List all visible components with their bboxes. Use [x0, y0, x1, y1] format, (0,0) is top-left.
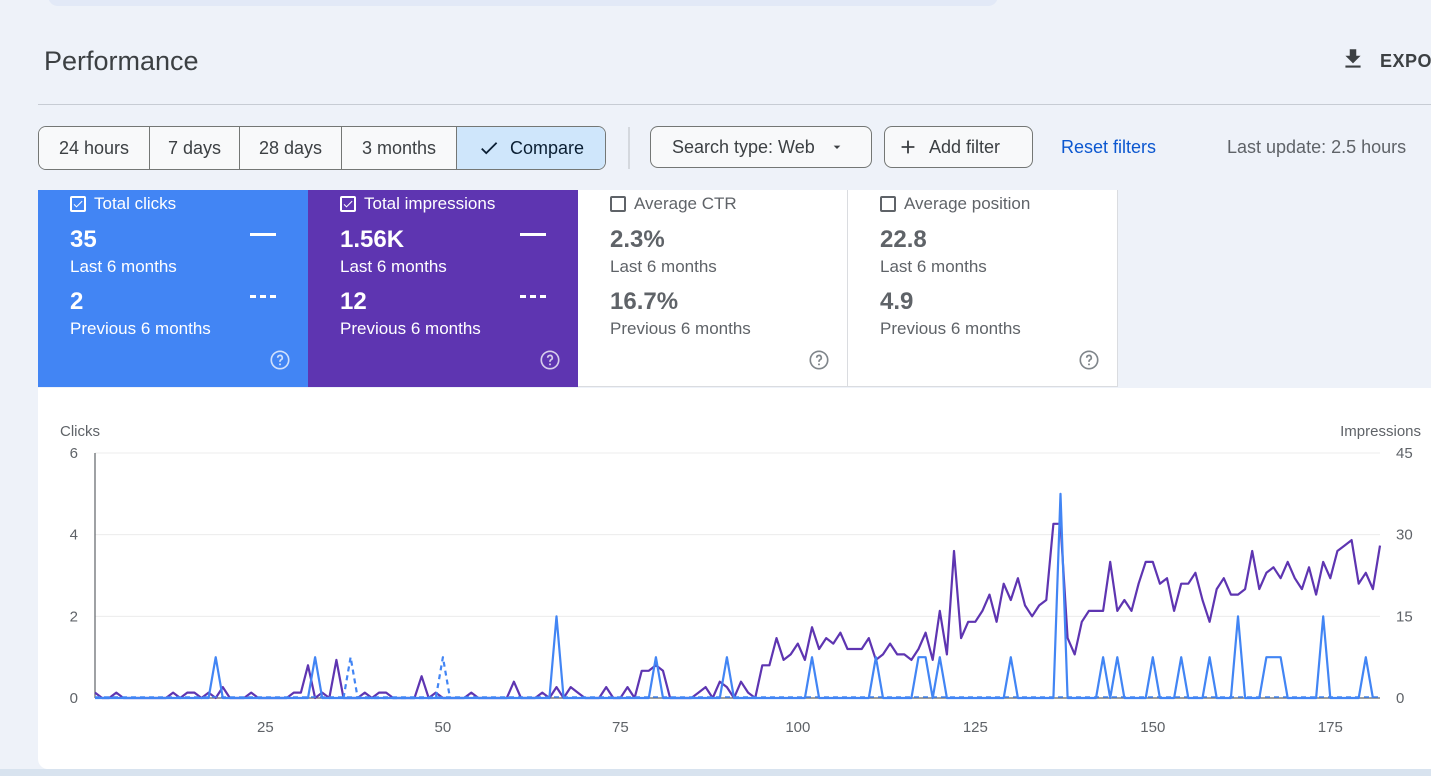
series-line-total-clicks	[95, 492, 1374, 700]
check-icon	[478, 137, 510, 159]
solid-line-legend	[250, 233, 276, 236]
metric-card-average-position[interactable]: Average position 22.8 Last 6 months 4.9 …	[848, 190, 1118, 387]
metric-period: Last 6 months	[340, 257, 447, 276]
metric-value: 22.8	[880, 226, 927, 253]
x-tick-label: 125	[963, 719, 988, 736]
plus-icon	[897, 136, 919, 158]
search-type-label: Search type: Web	[672, 136, 815, 157]
checkbox-checked-icon[interactable]	[340, 196, 356, 212]
y2-axis-label: Impressions	[1340, 423, 1421, 440]
metric-value: 35	[70, 226, 97, 253]
dashed-line-legend	[520, 295, 546, 298]
date-range-selector: 24 hours 7 days 28 days 3 months Compare	[38, 126, 606, 170]
bottom-edge	[0, 769, 1431, 776]
help-icon[interactable]	[808, 349, 830, 371]
metric-period: Last 6 months	[70, 257, 177, 276]
download-icon	[1340, 46, 1366, 77]
metric-compare-period: Previous 6 months	[610, 319, 751, 338]
metric-compare-value: 4.9	[880, 288, 914, 315]
metric-label: Total impressions	[364, 194, 496, 213]
x-tick-label: 50	[435, 719, 452, 736]
metric-compare-value: 2	[70, 288, 84, 315]
metric-compare-value: 12	[340, 288, 367, 315]
x-tick-label: 25	[257, 719, 274, 736]
x-tick-label: 75	[612, 719, 629, 736]
y-tick-label: 0	[70, 690, 78, 707]
series-line-total-impressions	[94, 522, 1382, 700]
last-update-text: Last update: 2.5 hours	[1227, 137, 1407, 157]
x-tick-label: 150	[1140, 719, 1165, 736]
checkbox-checked-icon[interactable]	[70, 196, 86, 212]
y2-tick-label: 15	[1396, 608, 1413, 625]
export-button[interactable]: EXPO	[1340, 46, 1431, 77]
metric-label: Average position	[904, 194, 1031, 213]
metric-card-average-ctr[interactable]: Average CTR 2.3% Last 6 months 16.7% Pre…	[578, 190, 848, 387]
page-title: Performance	[44, 46, 199, 76]
y-tick-label: 2	[70, 608, 78, 625]
dashed-line-legend	[250, 295, 276, 298]
dropdown-arrow-icon	[829, 139, 845, 155]
add-filter-label: Add filter	[929, 136, 1001, 157]
help-icon[interactable]	[539, 349, 561, 371]
date-option-24-hours[interactable]: 24 hours	[39, 127, 150, 169]
toolbar-separator	[628, 127, 630, 169]
y-tick-label: 6	[70, 445, 78, 462]
metric-label: Average CTR	[634, 194, 737, 213]
date-option-7-days[interactable]: 7 days	[150, 127, 240, 169]
chart-panel: 0 2 4 6 0 15 30 45 25 50 75 100 125 150 175 Clicks Imp…	[38, 388, 1431, 769]
performance-chart[interactable]: 0 2 4 6 0 15 30 45 25 50 75 100 125 150 175 Clicks Imp…	[38, 388, 1431, 769]
metric-compare-period: Previous 6 months	[340, 319, 481, 338]
y-axis-label: Clicks	[60, 423, 100, 440]
y-tick-label: 4	[70, 527, 78, 544]
export-label: EXPO	[1380, 51, 1431, 71]
y2-tick-label: 0	[1396, 690, 1404, 707]
metric-value: 2.3%	[610, 226, 665, 253]
metric-period: Last 6 months	[610, 257, 717, 276]
series-line-previous-clicks	[342, 656, 452, 700]
metric-compare-value: 16.7%	[610, 288, 679, 315]
reset-filters-link[interactable]: Reset filters	[1061, 137, 1156, 158]
checkbox-unchecked-icon[interactable]	[880, 196, 896, 212]
x-tick-label: 175	[1318, 719, 1343, 736]
metric-label: Total clicks	[94, 194, 177, 213]
compare-label: Compare	[509, 137, 585, 158]
compare-option[interactable]: Compare	[457, 127, 605, 169]
metric-card-total-clicks[interactable]: Total clicks 35 Last 6 months 2 Previous…	[38, 190, 308, 387]
help-icon[interactable]	[269, 349, 291, 371]
metric-card-total-impressions[interactable]: Total impressions 1.56K Last 6 months 12…	[308, 190, 578, 387]
search-type-dropdown[interactable]: Search type: Web	[650, 126, 872, 168]
y2-tick-label: 45	[1396, 445, 1413, 462]
header-divider	[38, 104, 1431, 105]
metric-value: 1.56K	[340, 226, 405, 253]
top-bar-edge	[48, 0, 998, 6]
checkbox-unchecked-icon[interactable]	[610, 196, 626, 212]
help-icon[interactable]	[1078, 349, 1100, 371]
metric-period: Last 6 months	[880, 257, 987, 276]
add-filter-button[interactable]: Add filter	[884, 126, 1033, 168]
metric-compare-period: Previous 6 months	[70, 319, 211, 338]
metric-compare-period: Previous 6 months	[880, 319, 1021, 338]
solid-line-legend	[520, 233, 546, 236]
date-option-28-days[interactable]: 28 days	[240, 127, 342, 169]
date-option-3-months[interactable]: 3 months	[342, 127, 457, 169]
x-tick-label: 100	[785, 719, 810, 736]
y2-tick-label: 30	[1396, 527, 1413, 544]
